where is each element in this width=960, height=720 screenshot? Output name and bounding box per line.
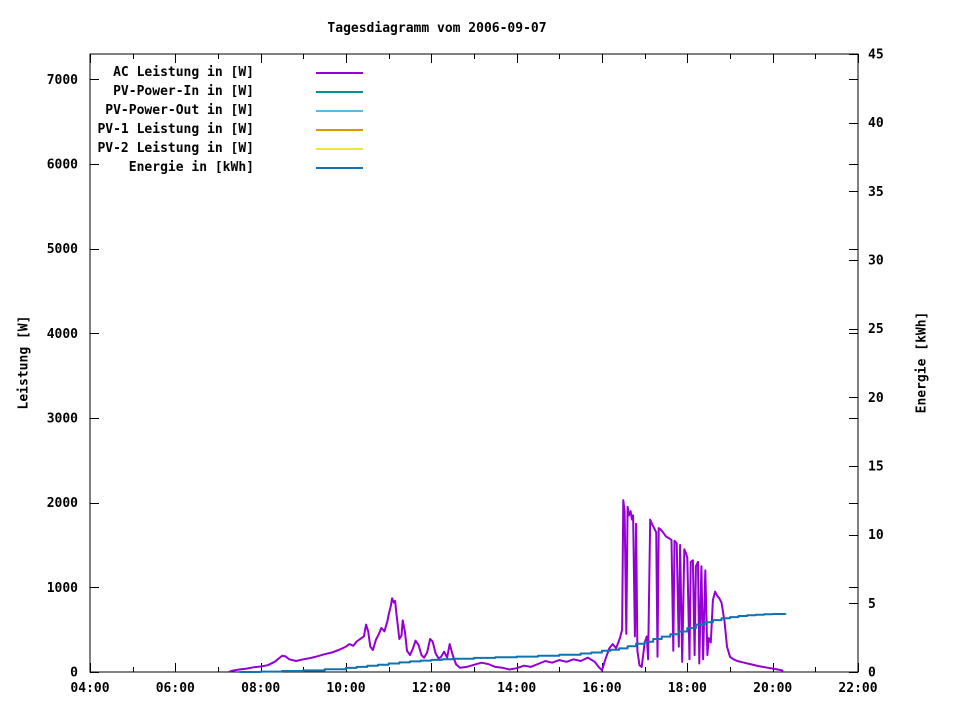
y-left-tick-label: 1000 (47, 581, 78, 596)
y-right-tick-label: 45 (868, 48, 884, 63)
legend-line-swatch (316, 147, 363, 150)
legend-item-5: Energie in [kWh] (88, 158, 363, 177)
x-tick-label: 10:00 (326, 681, 365, 696)
y-right-tick-label: 10 (868, 528, 884, 543)
y-left-tick-label: 5000 (47, 242, 78, 257)
series-line-0 (228, 499, 784, 673)
x-tick-label: 20:00 (753, 681, 792, 696)
legend-line-swatch (316, 128, 363, 131)
legend-label: PV-Power-Out in [W] (105, 103, 254, 118)
y-left-tick-label: 3000 (47, 412, 78, 427)
legend-item-1: PV-Power-In in [W] (88, 82, 363, 101)
y-right-tick-label: 15 (868, 460, 884, 475)
legend-item-3: PV-1 Leistung in [W] (88, 120, 363, 139)
x-tick-label: 12:00 (412, 681, 451, 696)
legend-item-2: PV-Power-Out in [W] (88, 101, 363, 120)
y-left-tick-label: 6000 (47, 158, 78, 173)
legend-label: PV-Power-In in [W] (113, 84, 254, 99)
x-tick-label: 08:00 (241, 681, 280, 696)
y-right-tick-label: 25 (868, 322, 884, 337)
legend-line-swatch (316, 90, 363, 93)
legend-label: PV-2 Leistung in [W] (97, 141, 254, 156)
legend: AC Leistung in [W] PV-Power-In in [W] PV-P… (88, 63, 363, 177)
y-left-tick-label: 0 (70, 666, 78, 681)
legend-line-swatch (316, 71, 363, 74)
legend-item-4: PV-2 Leistung in [W] (88, 139, 363, 158)
x-tick-label: 14:00 (497, 681, 536, 696)
y-right-tick-label: 5 (868, 597, 876, 612)
legend-line-swatch (316, 109, 363, 112)
y-right-tick-label: 0 (868, 666, 876, 681)
x-tick-label: 04:00 (70, 681, 109, 696)
y-left-tick-label: 2000 (47, 496, 78, 511)
x-tick-label: 16:00 (582, 681, 621, 696)
y-left-tick-label: 7000 (47, 73, 78, 88)
y-right-tick-label: 40 (868, 116, 884, 131)
x-tick-label: 22:00 (838, 681, 877, 696)
legend-line-swatch (316, 166, 363, 169)
y-right-tick-label: 20 (868, 391, 884, 406)
legend-label: PV-1 Leistung in [W] (97, 122, 254, 137)
y-right-tick-label: 35 (868, 185, 884, 200)
x-tick-label: 06:00 (156, 681, 195, 696)
legend-item-0: AC Leistung in [W] (88, 63, 363, 82)
y-right-tick-label: 30 (868, 254, 884, 269)
legend-label: AC Leistung in [W] (113, 65, 254, 80)
x-tick-label: 18:00 (668, 681, 707, 696)
chart-canvas: Tagesdiagramm vom 2006-09-07 Leistung [W… (0, 0, 960, 720)
legend-label: Energie in [kWh] (128, 160, 254, 175)
y-left-tick-label: 4000 (47, 327, 78, 342)
